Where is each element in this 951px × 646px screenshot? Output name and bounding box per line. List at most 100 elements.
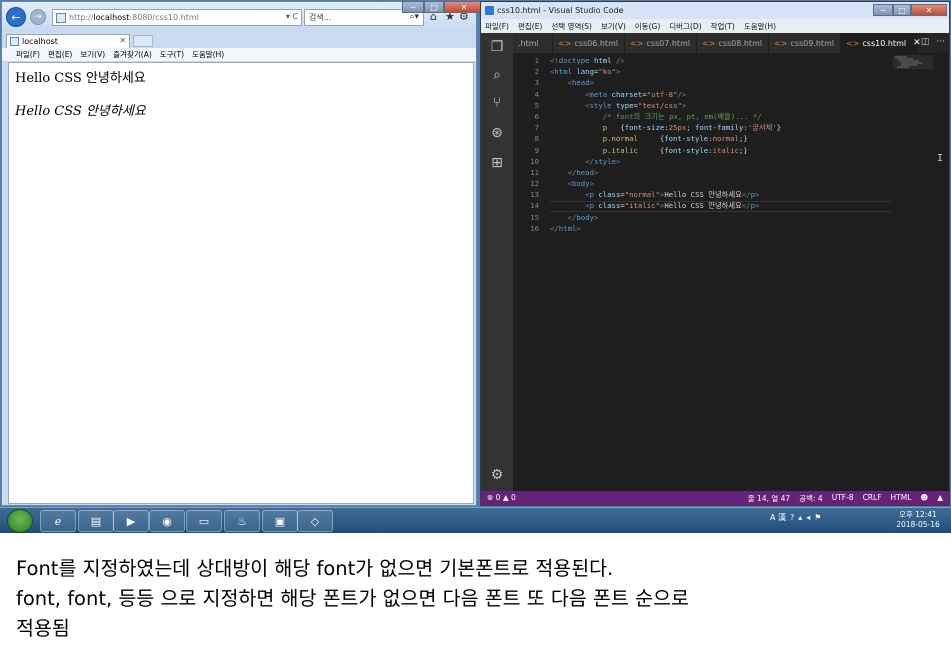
- problems-indicator[interactable]: ⊗ 0 ▲ 0: [487, 493, 516, 502]
- editor-tab-css09[interactable]: <> css09.html: [769, 33, 841, 53]
- vsc-menu-tasks[interactable]: 작업(T): [711, 21, 735, 32]
- search-icon[interactable]: ⌕: [481, 67, 513, 83]
- menu-tools[interactable]: 도구(T): [160, 49, 184, 60]
- app-taskbar-icon[interactable]: ▣: [262, 510, 298, 532]
- menu-file[interactable]: 파일(F): [16, 49, 40, 60]
- caption: Font를 지정하였는데 상대방이 해당 font가 없으면 기본폰트로 적용된…: [16, 554, 936, 644]
- vsc-menu-edit[interactable]: 편집(E): [518, 21, 542, 32]
- editor-tab-css10[interactable]: <> css10.html ✕: [841, 33, 921, 53]
- code-line: <p class="italic">Hello CSS 안녕하세요</p>: [585, 201, 760, 211]
- editor-maximize-button[interactable]: □: [893, 4, 911, 16]
- browser-tab[interactable]: localhost ✕: [6, 34, 130, 48]
- clock-time: 오후 12:41: [899, 510, 937, 519]
- cursor-position[interactable]: 줄 14, 열 47: [748, 493, 790, 504]
- help-icon[interactable]: ?: [790, 513, 794, 522]
- editor-tab-css07[interactable]: <> css07.html: [625, 33, 697, 53]
- code-editor[interactable]: 1 2 3 4 5 6 7 8 9 10 11 12 13 14 15 16 <…: [513, 53, 949, 491]
- editor-close-button[interactable]: ✕: [911, 4, 947, 16]
- html-file-icon: <>: [558, 38, 572, 48]
- code-line: p.normal {font-style:normal;}: [602, 134, 748, 144]
- vsc-menu-help[interactable]: 도움말(H): [744, 21, 776, 32]
- back-button[interactable]: ←: [6, 7, 26, 27]
- editor-window-controls: ─ □ ✕: [873, 4, 947, 16]
- close-icon[interactable]: ✕: [913, 38, 921, 48]
- code-line: <html lang="ko">: [550, 67, 621, 77]
- code-lines: <!doctype html /> <html lang="ko"> <head>…: [550, 55, 910, 234]
- volume-icon[interactable]: ◂: [806, 513, 810, 522]
- source-control-icon[interactable]: ⑂: [481, 95, 513, 111]
- normal-paragraph: Hello CSS 안녕하세요: [15, 71, 146, 86]
- menu-favorites[interactable]: 즐겨찾기(A): [113, 49, 152, 60]
- new-tab-button[interactable]: [133, 35, 153, 47]
- minimize-button[interactable]: ─: [402, 1, 424, 13]
- html-file-icon: <>: [630, 38, 644, 48]
- vsc-menu-view[interactable]: 보기(V): [601, 21, 626, 32]
- vsc-menu-go[interactable]: 이동(G): [635, 21, 660, 32]
- extensions-icon[interactable]: ⊞: [481, 155, 513, 171]
- menu-view[interactable]: 보기(V): [80, 49, 105, 60]
- code-line: <style type="text/css">: [585, 100, 687, 110]
- address-bar[interactable]: http://localhost:8080/css10.html ▾ C: [52, 9, 302, 26]
- line-number: 15: [530, 212, 539, 222]
- line-number: 6: [534, 111, 539, 121]
- editor-menubar: 파일(F) 편집(E) 선택 영역(S) 보기(V) 이동(G) 디버그(D) …: [481, 19, 949, 33]
- java-taskbar-icon[interactable]: ♨: [224, 510, 260, 532]
- line-number: 4: [534, 89, 539, 99]
- close-icon[interactable]: ✕: [119, 36, 126, 45]
- explorer-files-icon[interactable]: ❐: [481, 39, 513, 55]
- vscode-logo-icon: [485, 6, 494, 15]
- eol-status[interactable]: CRLF: [863, 493, 882, 504]
- bell-icon[interactable]: ▲: [937, 493, 943, 504]
- editor-tab-css08[interactable]: <> css08.html: [697, 33, 769, 53]
- code-line: </head>: [567, 167, 599, 177]
- forward-button[interactable]: →: [30, 9, 46, 25]
- start-button[interactable]: [7, 509, 33, 533]
- ie-taskbar-icon[interactable]: ℯ: [40, 510, 76, 532]
- editor-tab-css06[interactable]: <> css06.html: [553, 33, 625, 53]
- close-button[interactable]: ✕: [444, 1, 484, 13]
- ime-indicator[interactable]: A 漢: [770, 512, 786, 523]
- vsc-menu-file[interactable]: 파일(F): [485, 21, 509, 32]
- editor-window: css10.html - Visual Studio Code ─ □ ✕ 파일…: [480, 1, 950, 506]
- split-editor-icon[interactable]: ◫: [921, 37, 930, 47]
- flag-icon[interactable]: ⚑: [814, 513, 821, 522]
- code-line: /* font의 크기는 px, pt, em(배율)... */: [602, 111, 762, 121]
- maximize-button[interactable]: □: [424, 1, 444, 13]
- tab-page-icon: [10, 37, 19, 46]
- debug-icon[interactable]: ⊛: [481, 125, 513, 141]
- terminal-taskbar-icon[interactable]: ▭: [186, 510, 222, 532]
- tab-label: css09.html: [790, 38, 835, 48]
- vsc-menu-debug[interactable]: 디버그(D): [669, 21, 701, 32]
- tab-label: css10.html: [862, 38, 907, 48]
- encoding-status[interactable]: UTF-8: [832, 493, 854, 504]
- code-line: <!doctype html />: [550, 56, 625, 65]
- smiley-feedback-icon[interactable]: ☻: [920, 493, 928, 504]
- vscode-taskbar-icon[interactable]: ◇: [297, 510, 333, 532]
- code-line: <p class="normal">Hello CSS 안녕하세요</p>: [585, 190, 760, 200]
- refresh-icon[interactable]: ▾ C: [286, 12, 298, 21]
- editor-minimize-button[interactable]: ─: [873, 4, 893, 16]
- tab-label: css07.html: [646, 38, 691, 48]
- caption-line: Font를 지정하였는데 상대방이 해당 font가 없으면 기본폰트로 적용된…: [16, 557, 614, 580]
- line-number: 13: [530, 190, 539, 200]
- search-icon[interactable]: ⌕▾: [409, 12, 419, 22]
- network-icon[interactable]: ▴: [798, 513, 802, 522]
- line-number: 9: [534, 145, 539, 155]
- vsc-menu-selection[interactable]: 선택 영역(S): [551, 21, 592, 32]
- clock[interactable]: 오후 12:41 2018-05-16: [892, 510, 944, 530]
- html-file-icon: <>: [774, 38, 788, 48]
- browser-window-controls: ─ □ ✕: [402, 1, 484, 13]
- indentation-status[interactable]: 공백: 4: [799, 493, 822, 504]
- editor-tab-html[interactable]: .html: [513, 33, 553, 53]
- chrome-taskbar-icon[interactable]: ◉: [149, 510, 185, 532]
- language-status[interactable]: HTML: [891, 493, 912, 504]
- menu-edit[interactable]: 편집(E): [48, 49, 72, 60]
- caption-line: 적용됨: [16, 617, 70, 640]
- minimap[interactable]: [893, 55, 933, 69]
- more-actions-icon[interactable]: ···: [936, 37, 945, 47]
- folder-taskbar-icon[interactable]: ▤: [78, 510, 114, 532]
- settings-gear-icon[interactable]: ⚙: [481, 467, 513, 483]
- menu-help[interactable]: 도움말(H): [192, 49, 224, 60]
- caption-line: font, font, 등등 으로 지정하면 해당 폰트가 없으면 다음 폰트 …: [16, 587, 689, 610]
- media-player-taskbar-icon[interactable]: ▶: [113, 510, 149, 532]
